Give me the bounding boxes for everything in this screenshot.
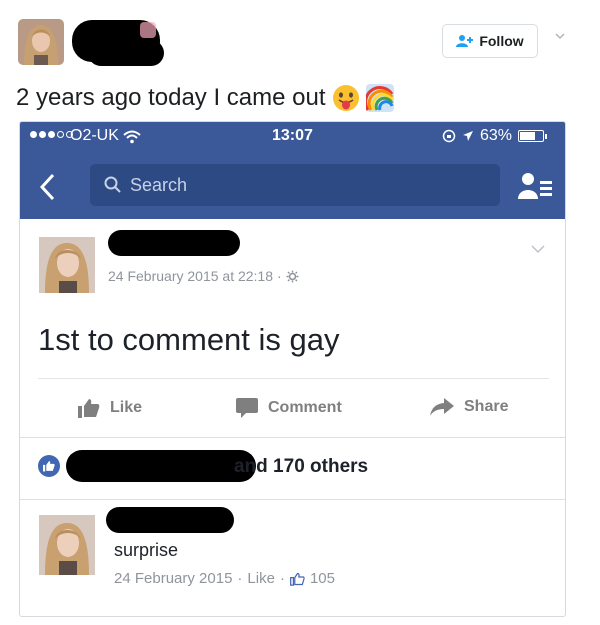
like-reaction-icon — [38, 455, 60, 477]
twitter-avatar[interactable] — [18, 19, 64, 65]
comment-text: surprise — [114, 540, 179, 560]
search-placeholder: Search — [130, 174, 188, 195]
share-arrow-icon — [430, 398, 454, 416]
comment-date[interactable]: 24 February 2015 — [114, 570, 232, 587]
thumbs-up-outline-icon — [290, 572, 305, 586]
search-input[interactable]: Search — [90, 164, 500, 206]
meta-separator: · — [237, 570, 243, 587]
rainbow-emoji-icon — [365, 84, 394, 112]
location-arrow-icon — [463, 131, 473, 141]
redacted-commenter-name — [106, 507, 234, 533]
tongue-face-emoji-icon — [332, 85, 359, 111]
thumbs-up-icon — [78, 399, 100, 418]
commenter-avatar[interactable] — [39, 515, 95, 575]
post-meta: 24 February 2015 at 22:18 · — [108, 268, 299, 284]
meta-separator: · — [277, 268, 282, 284]
tweet-text-row: 2 years ago today I came out — [16, 84, 394, 112]
likes-others-text[interactable]: and 170 others — [234, 456, 368, 478]
search-icon — [104, 176, 121, 193]
comment-like-link[interactable]: Like — [247, 570, 275, 587]
meta-separator: · — [279, 570, 285, 587]
like-label: Like — [110, 399, 143, 416]
battery-icon — [518, 130, 548, 142]
likes-summary-row[interactable] — [38, 455, 60, 477]
carrier-name: O2-UK — [70, 127, 119, 144]
battery-percent: 63% — [480, 127, 513, 144]
add-user-icon — [456, 35, 474, 47]
follow-button[interactable]: Follow — [442, 24, 538, 58]
pink-smudge — [140, 22, 156, 38]
back-arrow-icon[interactable] — [38, 172, 58, 202]
post-options-chevron-icon[interactable] — [530, 244, 546, 254]
post-text: 1st to comment is gay — [38, 322, 340, 357]
post-timestamp[interactable]: 24 February 2015 at 22:18 — [108, 268, 273, 284]
post-author-avatar[interactable] — [39, 237, 95, 293]
orientation-lock-icon — [442, 129, 456, 143]
chevron-down-icon[interactable] — [554, 30, 566, 42]
comment-bubble-icon — [236, 398, 258, 418]
likes-divider — [20, 499, 565, 500]
like-button[interactable]: Like — [78, 398, 142, 418]
signal-dots-icon — [30, 131, 73, 138]
comment-meta: 24 February 2015 · Like · 105 — [114, 570, 335, 587]
comment-button[interactable]: Comment — [236, 398, 342, 418]
post-divider — [38, 378, 549, 379]
comment-label: Comment — [268, 399, 342, 416]
phone-status-bar: O2-UK 13:07 63% — [20, 122, 565, 152]
share-button[interactable]: Share — [430, 398, 508, 416]
actions-divider — [20, 437, 565, 438]
facebook-screenshot: O2-UK 13:07 63% Search 24 February 2015 … — [19, 121, 566, 617]
friend-requests-icon[interactable] — [518, 171, 554, 201]
status-right: 63% — [442, 127, 548, 145]
status-time: 13:07 — [272, 127, 313, 144]
comment-like-count: 105 — [309, 570, 335, 587]
tweet-text: 2 years ago today I came out — [16, 84, 326, 111]
share-label: Share — [464, 398, 509, 415]
redacted-author-name — [108, 230, 240, 256]
privacy-gear-icon[interactable] — [286, 270, 299, 283]
redacted-username — [88, 40, 164, 66]
redacted-liker-name — [66, 450, 256, 482]
follow-label: Follow — [479, 33, 524, 49]
wifi-icon — [123, 130, 141, 144]
